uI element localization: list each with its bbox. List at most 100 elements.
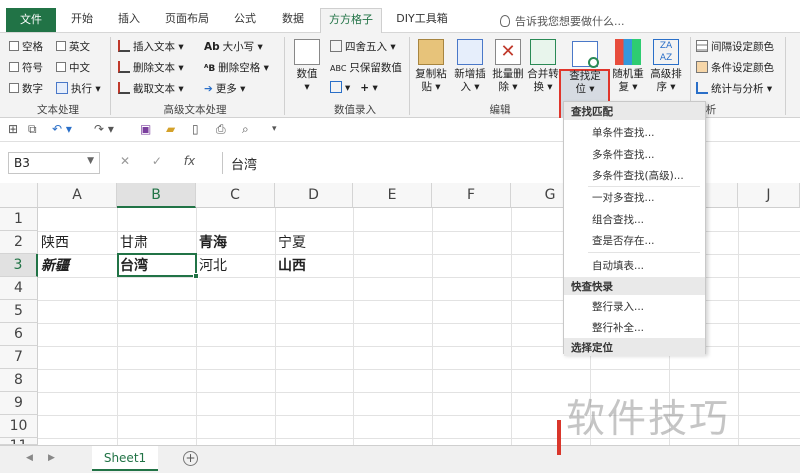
checkbox-symbol[interactable]: 符号 xyxy=(9,60,43,75)
zoom-preview-icon[interactable]: ⌕ xyxy=(242,122,249,137)
menu-item-combined-lookup[interactable]: 组合查找... xyxy=(592,212,644,227)
chevron-down-icon: ▼ xyxy=(87,156,94,166)
tab-home[interactable]: 开始 xyxy=(61,8,103,33)
cell-d2[interactable]: 宁夏 xyxy=(275,232,306,254)
value-button[interactable]: 数值 ▾ xyxy=(290,39,324,94)
new-file-icon[interactable]: ▯ xyxy=(192,122,199,136)
cell-d3[interactable]: 山西 xyxy=(275,255,306,277)
copy-icon[interactable]: ⧉ xyxy=(28,122,37,137)
numeric-tools[interactable]: ▾ + ▾ xyxy=(330,81,378,94)
tab-data[interactable]: 数据 xyxy=(272,8,314,33)
row-header-1[interactable]: 1 xyxy=(0,208,38,231)
condition-color-button[interactable]: 条件设定颜色 xyxy=(696,60,774,75)
value-icon xyxy=(294,39,320,65)
delete-x-icon: ✕ xyxy=(495,39,521,65)
prev-sheet-icon[interactable]: ◀ xyxy=(26,453,33,463)
cell-a2[interactable]: 陕西 xyxy=(38,232,69,254)
remove-space-button[interactable]: ᴬB 删除空格 ▾ xyxy=(204,60,269,75)
cell-b2[interactable]: 甘肃 xyxy=(117,232,148,254)
tab-file[interactable]: 文件 xyxy=(6,8,56,32)
row-header-7[interactable]: 7 xyxy=(0,346,38,369)
print-preview-icon[interactable]: ⎙ xyxy=(216,122,226,137)
copy-paste-button[interactable]: 复制粘 贴 ▾ xyxy=(412,39,450,94)
sort-az-icon: ZA AZ xyxy=(653,39,679,65)
row-header-3[interactable]: 3 xyxy=(0,254,38,277)
keep-values-button[interactable]: ABC 只保留数值 xyxy=(330,60,402,75)
menu-item-one-to-many[interactable]: 一对多查找... xyxy=(592,190,655,205)
sheet-tab-sheet1[interactable]: Sheet1 xyxy=(92,446,158,471)
menu-item-single-condition[interactable]: 单条件查找... xyxy=(592,125,655,140)
grid-icon[interactable]: ⊞ xyxy=(8,122,18,136)
select-all-corner[interactable] xyxy=(0,183,38,208)
col-header-c[interactable]: C xyxy=(196,183,275,208)
random-repeat-button[interactable]: 随机重 复 ▾ xyxy=(610,39,646,94)
row-header-6[interactable]: 6 xyxy=(0,323,38,346)
menu-item-multi-condition-advanced[interactable]: 多条件查找(高级)... xyxy=(592,168,684,183)
tab-page-layout[interactable]: 页面布局 xyxy=(156,8,218,33)
open-folder-icon[interactable]: ▰ xyxy=(166,122,175,136)
checkbox-space[interactable]: 空格 xyxy=(9,39,43,54)
save-icon[interactable]: ▣ xyxy=(140,122,151,136)
add-insert-button[interactable]: 新增插 入 ▾ xyxy=(451,39,489,94)
tell-me-search[interactable]: 告诉我您想要做什么... xyxy=(500,13,625,29)
row-header-4[interactable]: 4 xyxy=(0,277,38,300)
undo-icon[interactable]: ↶ ▾ xyxy=(52,122,72,136)
row-header-8[interactable]: 8 xyxy=(0,369,38,392)
random-icon xyxy=(615,39,641,65)
interval-icon xyxy=(696,40,708,52)
edit-icon xyxy=(330,81,342,93)
cell-a3[interactable]: 新疆 xyxy=(38,255,69,277)
row-header-2[interactable]: 2 xyxy=(0,231,38,254)
extract-text-button[interactable]: 截取文本 ▾ xyxy=(118,81,184,96)
col-header-e[interactable]: E xyxy=(353,183,432,208)
decorative-red-mark xyxy=(557,420,561,455)
row-header-5[interactable]: 5 xyxy=(0,300,38,323)
tab-diy-toolbox[interactable]: DIY工具箱 xyxy=(388,8,456,33)
execute-button[interactable]: 执行 ▾ xyxy=(56,81,101,96)
insert-text-button[interactable]: 插入文本 ▾ xyxy=(118,39,184,54)
group-label-analysis: 析 xyxy=(705,104,717,116)
customize-dropdown-icon[interactable]: ▾ xyxy=(272,124,277,134)
menu-item-exists[interactable]: 查是否存在... xyxy=(592,233,655,248)
cell-c2[interactable]: 青海 xyxy=(196,232,227,254)
col-header-a[interactable]: A xyxy=(38,183,117,208)
col-header-b[interactable]: B xyxy=(117,183,196,208)
batch-delete-button[interactable]: ✕ 批量删 除 ▾ xyxy=(489,39,527,94)
enter-icon[interactable]: ✓ xyxy=(152,154,162,168)
cancel-icon[interactable]: ✕ xyxy=(120,154,130,168)
row-header-9[interactable]: 9 xyxy=(0,392,38,415)
formula-input[interactable]: 台湾 xyxy=(222,152,800,174)
col-header-j[interactable]: J xyxy=(738,183,800,208)
row-header-11[interactable]: 11 xyxy=(0,438,38,445)
fill-handle[interactable] xyxy=(193,273,199,279)
fx-icon[interactable]: fx xyxy=(184,154,195,168)
col-header-f[interactable]: F xyxy=(432,183,511,208)
col-header-d[interactable]: D xyxy=(275,183,353,208)
delete-text-button[interactable]: 删除文本 ▾ xyxy=(118,60,184,75)
cell-c3[interactable]: 河北 xyxy=(196,255,227,277)
case-button[interactable]: Ab 大小写 ▾ xyxy=(204,39,263,54)
menu-item-multi-condition[interactable]: 多条件查找... xyxy=(592,147,655,162)
round-button[interactable]: 四舍五入 ▾ xyxy=(330,39,396,54)
tab-fangfang[interactable]: 方方格子 xyxy=(320,8,382,33)
advanced-sort-button[interactable]: ZA AZ 高级排 序 ▾ xyxy=(646,39,686,94)
next-sheet-icon[interactable]: ▶ xyxy=(48,453,55,463)
checkbox-number[interactable]: 数字 xyxy=(9,81,43,96)
statistics-button[interactable]: 统计与分析 ▾ xyxy=(696,81,772,96)
checkbox-english[interactable]: 英文 xyxy=(56,39,90,54)
lookup-locate-button[interactable]: 查找定 位 ▾ xyxy=(561,41,609,96)
interval-color-button[interactable]: 间隔设定颜色 xyxy=(696,39,774,54)
more-button[interactable]: ➔ 更多 ▾ xyxy=(204,81,245,96)
arrow-right-icon: ➔ xyxy=(204,83,213,95)
menu-item-auto-fill[interactable]: 自动填表... xyxy=(592,258,644,273)
merge-convert-button[interactable]: 合并转 换 ▾ xyxy=(525,39,561,94)
checkbox-chinese[interactable]: 中文 xyxy=(56,60,90,75)
tab-insert[interactable]: 插入 xyxy=(108,8,150,33)
row-header-10[interactable]: 10 xyxy=(0,415,38,438)
add-sheet-icon[interactable]: + xyxy=(183,451,198,466)
redo-icon[interactable]: ↷ ▾ xyxy=(94,122,114,136)
name-box[interactable]: B3 ▼ xyxy=(8,152,100,174)
menu-item-row-complete[interactable]: 整行补全... xyxy=(592,320,644,335)
tab-formulas[interactable]: 公式 xyxy=(224,8,266,33)
menu-item-row-entry[interactable]: 整行录入... xyxy=(592,299,644,314)
